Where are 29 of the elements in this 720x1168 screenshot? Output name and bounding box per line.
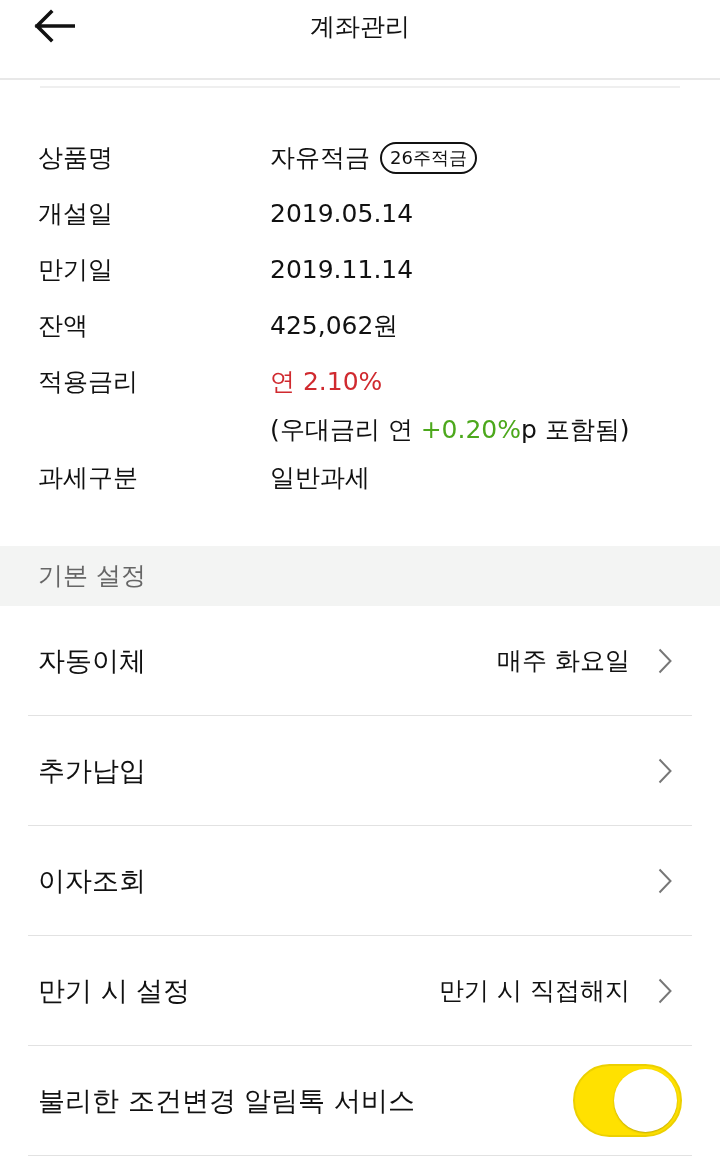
settings-label[interactable]: 이자조회: [38, 862, 146, 899]
section-header: 기본 설정: [0, 546, 720, 606]
detail-value: 일반과세: [270, 462, 370, 494]
detail-label: 개설일: [38, 198, 114, 230]
back-button[interactable]: [33, 9, 75, 43]
settings-value: 만기 시 직접해지: [439, 975, 630, 1007]
rate-note: (우대금리 연 +0.20%p 포함됨): [270, 414, 631, 446]
chevron-right-icon[interactable]: [658, 757, 672, 784]
detail-label: 상품명: [38, 142, 114, 174]
detail-label: 과세구분: [38, 462, 139, 494]
settings-value: 매주 화요일: [497, 645, 630, 677]
settings-label[interactable]: 만기 시 설정: [38, 972, 191, 1009]
detail-label: 잔액: [38, 310, 89, 342]
detail-label: 만기일: [38, 254, 114, 286]
detail-value: 2019.05.14: [270, 198, 414, 230]
back-arrow-icon: [33, 9, 75, 43]
detail-value: 425,062원: [270, 310, 399, 342]
detail-value: 연 2.10%: [270, 366, 383, 398]
settings-label[interactable]: 추가납입: [38, 752, 146, 789]
settings-label[interactable]: 불리한 조건변경 알림톡 서비스: [38, 1082, 415, 1119]
chevron-right-icon[interactable]: [658, 867, 672, 894]
product-tag: 26주적금: [380, 142, 477, 174]
detail-value: 2019.11.14: [270, 254, 414, 286]
page-title: 계좌관리: [310, 11, 410, 43]
chevron-right-icon[interactable]: [658, 977, 672, 1004]
settings-label[interactable]: 자동이체: [38, 642, 146, 679]
detail-label: 적용금리: [38, 366, 139, 398]
chevron-right-icon[interactable]: [658, 647, 672, 674]
detail-value: 자유적금: [270, 142, 370, 174]
